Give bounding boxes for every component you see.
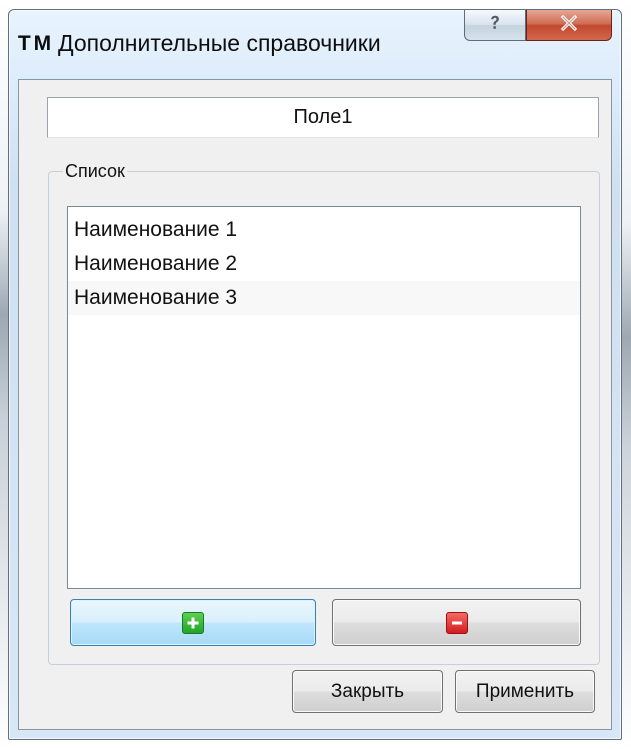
remove-item-button[interactable]: [332, 599, 581, 646]
dialog-content: Поле1 Список Наименование 1 Наименование…: [18, 79, 612, 730]
list-group-title: Список: [63, 159, 127, 183]
title-bar: T M Дополнительные справочники: [9, 10, 621, 79]
app-logo-right-letter: M: [33, 32, 51, 55]
apply-button[interactable]: Применить: [455, 670, 595, 713]
items-list[interactable]: Наименование 1 Наименование 2 Наименован…: [67, 206, 581, 589]
screen: T M Дополнительные справочники Поле1 Спи…: [0, 0, 631, 749]
close-window-button[interactable]: [526, 10, 612, 41]
app-logo: T M: [17, 30, 51, 58]
dialog-window: T M Дополнительные справочники Поле1 Спи…: [8, 9, 622, 740]
close-icon: [559, 13, 579, 38]
right-background-strip: [622, 0, 631, 749]
help-icon: [485, 13, 505, 38]
add-item-button[interactable]: [70, 599, 316, 646]
list-item[interactable]: Наименование 3: [68, 281, 580, 315]
field-header: Поле1: [47, 97, 599, 138]
list-item[interactable]: Наименование 2: [68, 247, 580, 281]
help-button[interactable]: [464, 10, 526, 41]
minus-icon: [445, 611, 468, 634]
window-title: Дополнительные справочники: [58, 30, 381, 56]
plus-icon: [182, 611, 204, 634]
list-item[interactable]: Наименование 1: [68, 213, 580, 247]
close-button[interactable]: Закрыть: [292, 670, 443, 713]
app-logo-left-letter: T: [17, 32, 31, 55]
